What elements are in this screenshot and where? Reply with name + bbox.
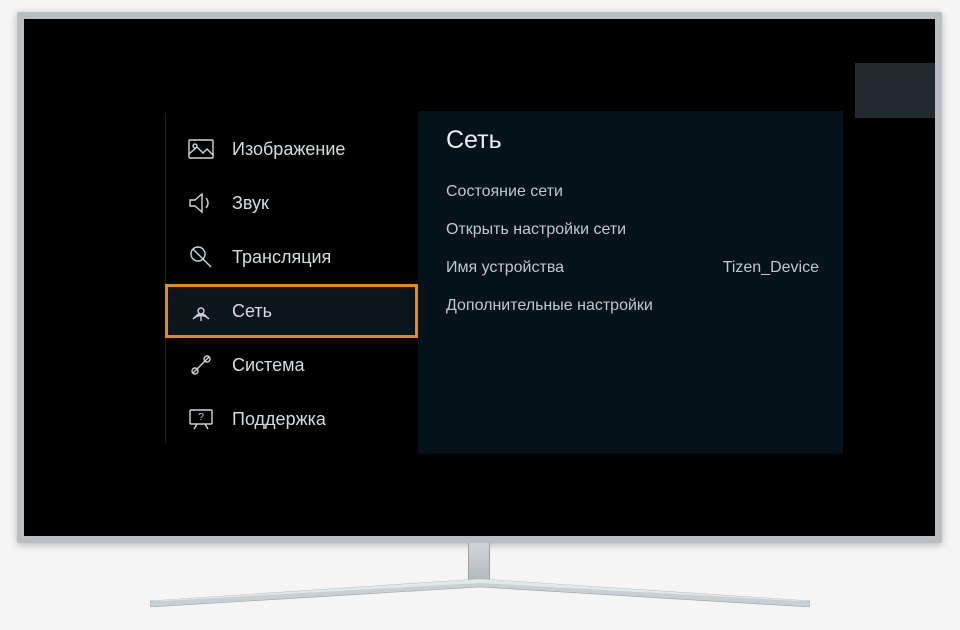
panel-title: Сеть	[446, 126, 819, 155]
sidebar-item-picture[interactable]: Изображение	[165, 122, 418, 176]
tv-stand-base	[150, 577, 810, 607]
row-value: Tizen_Device	[723, 259, 819, 277]
sidebar-item-label: Изображение	[232, 139, 345, 160]
row-open-network-settings[interactable]: Открыть настройки сети	[446, 211, 819, 249]
tv-screen: Изображение Звук	[24, 19, 935, 536]
sidebar-item-system[interactable]: Система	[165, 338, 418, 392]
tv-bezel: Изображение Звук	[17, 12, 942, 543]
settings-panel: Сеть Состояние сети Открыть настройки се…	[418, 111, 843, 454]
row-label: Дополнительные настройки	[446, 297, 653, 315]
row-network-status[interactable]: Состояние сети	[446, 173, 819, 211]
settings-sidebar: Изображение Звук	[165, 122, 418, 446]
network-icon	[188, 298, 214, 324]
sidebar-item-network[interactable]: Сеть	[165, 284, 418, 338]
svg-text:?: ?	[198, 412, 204, 423]
picture-icon	[188, 136, 214, 162]
row-label: Открыть настройки сети	[446, 221, 626, 239]
sidebar-item-label: Сеть	[232, 301, 272, 322]
support-icon: ?	[188, 406, 214, 432]
sidebar-item-label: Трансляция	[232, 247, 331, 268]
sidebar-item-label: Поддержка	[232, 409, 326, 430]
sidebar-item-broadcast[interactable]: Трансляция	[165, 230, 418, 284]
sidebar-item-support[interactable]: ? Поддержка	[165, 392, 418, 446]
system-icon	[188, 352, 214, 378]
row-label: Имя устройства	[446, 259, 564, 277]
broadcast-icon	[188, 244, 214, 270]
row-advanced-settings[interactable]: Дополнительные настройки	[446, 287, 819, 325]
row-label: Состояние сети	[446, 183, 563, 201]
row-device-name[interactable]: Имя устройства Tizen_Device	[446, 249, 819, 287]
sidebar-item-sound[interactable]: Звук	[165, 176, 418, 230]
sidebar-item-label: Система	[232, 355, 305, 376]
screen-sticker	[855, 63, 935, 118]
sidebar-item-label: Звук	[232, 193, 269, 214]
sound-icon	[188, 190, 214, 216]
